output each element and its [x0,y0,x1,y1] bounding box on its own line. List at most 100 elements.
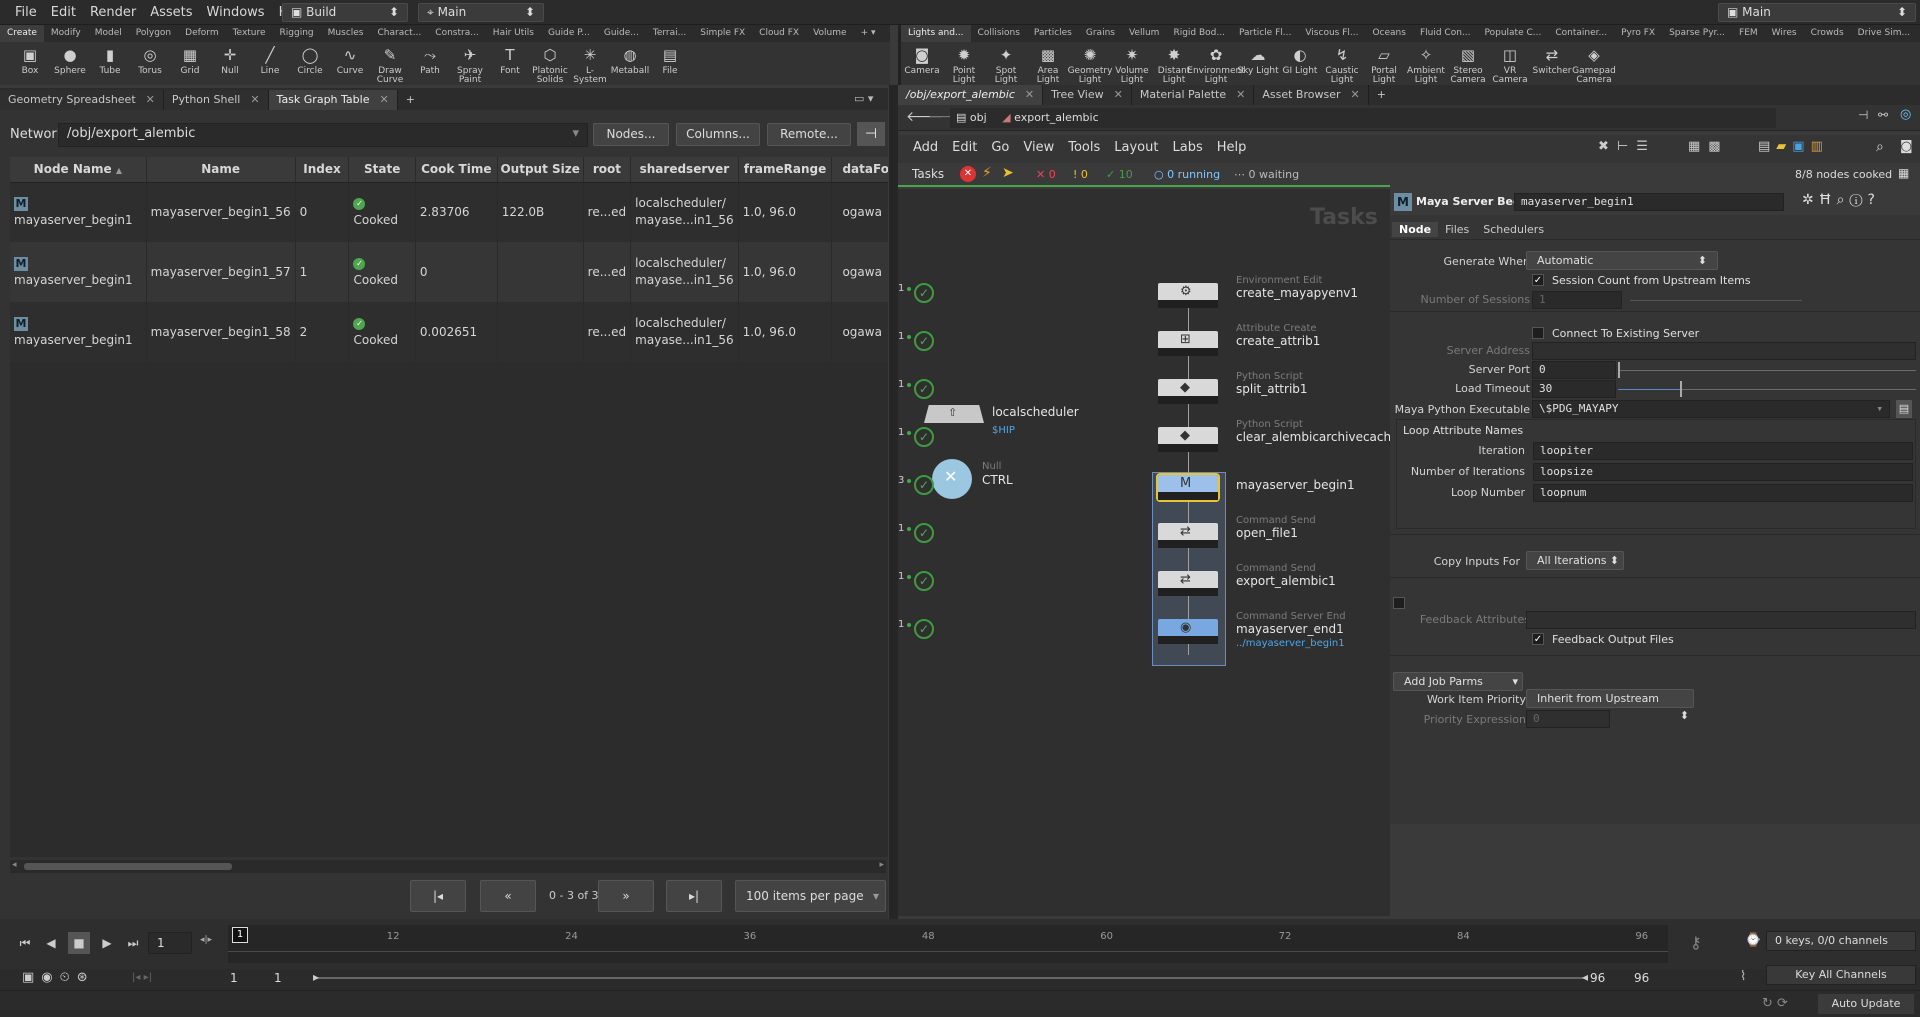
realtime-icon[interactable]: ⏲ [60,970,77,985]
col-name[interactable]: Name [146,157,296,183]
playbar-tool-icons[interactable]: ▣◉⏲⊛ [22,970,95,985]
pdg-node[interactable]: ⇄ [1158,523,1218,548]
net-menu-item[interactable]: Add [906,140,945,155]
shelf_right-tab[interactable]: Fluid Con... [1413,25,1478,42]
shelf_right-tab[interactable]: Viscous Fl... [1298,25,1365,42]
badge-icon[interactable]: ▥ [1811,139,1829,154]
pane-menu-icon[interactable]: ▭ ▾ [854,92,873,105]
menu-edit[interactable]: Edit [44,0,83,25]
shelf-tool-button[interactable]: ◎ Torus [130,42,170,85]
play-reverse-icon[interactable]: ◀ [40,932,62,954]
col-cook-time[interactable]: Cook Time [415,157,498,183]
table-icon[interactable]: ▦ [1898,166,1909,180]
cook-output-icon[interactable]: ➤ [1002,165,1014,181]
menu-windows[interactable]: Windows [200,0,272,25]
shelf-tool-button[interactable]: ✦ Spot Light [985,42,1027,85]
scroll-right-icon[interactable]: ▸ [879,860,884,870]
audio-icon[interactable]: ◉ [41,970,59,985]
cancel-cook-icon[interactable]: ✕ [960,166,976,182]
shelf_left-tab[interactable]: Cloud FX [752,25,806,42]
tab-task-graph-table[interactable]: Task Graph Table ✕ [268,90,398,110]
shelf_right-tab[interactable]: Particles [1027,25,1079,42]
shelf_left-tab[interactable]: Charact... [371,25,429,42]
shelf_right-tab[interactable]: Oceans [1365,25,1412,42]
pdg-node[interactable]: ⇄ [1158,571,1218,596]
node-name[interactable]: open_file1 [1236,526,1298,540]
shelf_right-tab[interactable]: Wires [1765,25,1804,42]
cooked-check-icon[interactable]: ✓ [914,523,934,543]
scheduler-name[interactable]: localscheduler [992,405,1079,419]
menu-file[interactable]: File [8,0,44,25]
pdg-node[interactable]: ◉ [1158,619,1218,644]
tree-icon[interactable]: ⊢ [1617,139,1636,154]
tab-tree-view[interactable]: Tree View ✕ [1043,85,1132,105]
shelf-tool-button[interactable]: ◯ Circle [290,42,330,85]
channel-icon[interactable]: ⌚ [1745,933,1761,948]
shelf_left-tab[interactable]: Rigging [273,25,321,42]
col-datafo[interactable]: dataFo [831,157,888,183]
shelf-tool-button[interactable]: ↯ Caustic Light [1321,42,1363,85]
menu-assets[interactable]: Assets [143,0,199,25]
key-all-channels[interactable]: Key All Channels [1766,965,1916,985]
shelf-tool-button[interactable]: ⬡ Platonic Solids [530,42,570,85]
shelf-tool-button[interactable]: ✹ Point Light [943,42,985,85]
node-name-field[interactable]: mayaserver_begin1 [1514,193,1784,211]
view-toolbar-icons[interactable]: ▦▩ [1688,139,1729,154]
null-node[interactable]: ✕ [932,459,972,499]
shelf_right-tab[interactable]: FEM [1732,25,1765,42]
shelf-tool-button[interactable]: ▮ Tube [90,42,130,85]
shelf_left-tab[interactable]: Guide P... [541,25,597,42]
shelf_right-tab[interactable]: Pyro FX [1614,25,1662,42]
timeline-bar[interactable]: 12 24 36 48 60 72 84 96 1 [228,925,1668,963]
col-state[interactable]: State [348,157,416,183]
jump-end-icon[interactable]: ⏭ [122,932,144,954]
tab-node[interactable]: Node [1392,221,1439,237]
scroll-left-icon[interactable]: ◂ [12,860,17,870]
prev-page-button[interactable]: « [480,880,536,912]
shelf_left-tab[interactable]: Terrai... [646,25,693,42]
shelf_left-tab[interactable]: Texture [226,25,273,42]
context-dropdown[interactable]: ⌖ Main ⬍ [418,3,544,22]
playhead[interactable]: 1 [232,927,248,943]
table-row[interactable]: Mmayaserver_begin1 mayaserver_begin1_56 0 ✓… [10,182,888,242]
shelf_left-tab[interactable]: Guide... [597,25,646,42]
shelf-tool-button[interactable]: ● Sphere [50,42,90,85]
pdg-node[interactable]: M [1156,473,1220,502]
cooked-check-icon[interactable]: ✓ [914,619,934,639]
shelf_right-tab[interactable]: Rigid Bod... [1166,25,1232,42]
maya-python-field[interactable]: \$PDG_MAYAPY ▾ [1532,400,1890,418]
scrollbar-thumb[interactable] [24,863,232,870]
list-icon[interactable]: ☰ [1636,139,1656,154]
shelf_right-tab[interactable]: Collisions [971,25,1027,42]
table-row[interactable]: Mmayaserver_begin1 mayaserver_begin1_58 2 ✓… [10,302,888,362]
table-row[interactable]: Mmayaserver_begin1 mayaserver_begin1_57 1 ✓… [10,242,888,302]
pin-icon[interactable]: ⊣ [1858,108,1868,122]
range-end-2[interactable]: 96 [1634,971,1649,985]
key-icon[interactable]: ⚷ [1690,933,1702,952]
tab-network-view[interactable]: /obj/export_alembic ✕ [898,85,1044,105]
shelf-tool-button[interactable]: ▧ Stereo Camera [1447,42,1489,85]
generate-when-menu[interactable]: Automatic ⬍ [1526,251,1718,270]
jump-start-icon[interactable]: ⏮ [14,932,36,954]
shelf-tool-button[interactable]: ✿ Environment Light [1187,42,1244,85]
col-framerange[interactable]: frameRange [738,157,833,183]
help-icon[interactable]: ◎ [1900,107,1911,122]
shelf-tool-button[interactable]: ✎ Draw Curve [370,42,410,85]
horizontal-scrollbar[interactable]: ◂ ▸ [10,860,886,873]
grid2-icon[interactable]: ▩ [1708,139,1728,154]
stop-icon[interactable]: ■ [68,932,90,954]
node-name[interactable]: clear_alembicarchivecache1 [1236,430,1406,444]
items-per-page-dropdown[interactable]: 100 items per page ▾ [735,880,886,912]
iteration-field[interactable]: loopiter [1533,442,1913,460]
display-toolbar-icons[interactable]: ▤▰▣▥ [1758,139,1829,154]
shelf-tool-button[interactable]: ◈ Gamepad Camera [1572,42,1616,85]
col-sharedserver[interactable]: sharedserver [630,157,739,183]
col-root[interactable]: root [583,157,632,183]
chevron-down-icon[interactable]: ▾ [1876,401,1883,417]
close-icon[interactable]: ✕ [250,93,259,106]
node-name[interactable]: mayaserver_end1 [1236,622,1344,636]
net-menu-item[interactable]: Layout [1107,140,1165,155]
node-name[interactable]: create_mayapyenv1 [1236,286,1358,300]
range-start[interactable]: 1 [230,971,238,985]
range-end[interactable]: 96 [1590,971,1605,985]
